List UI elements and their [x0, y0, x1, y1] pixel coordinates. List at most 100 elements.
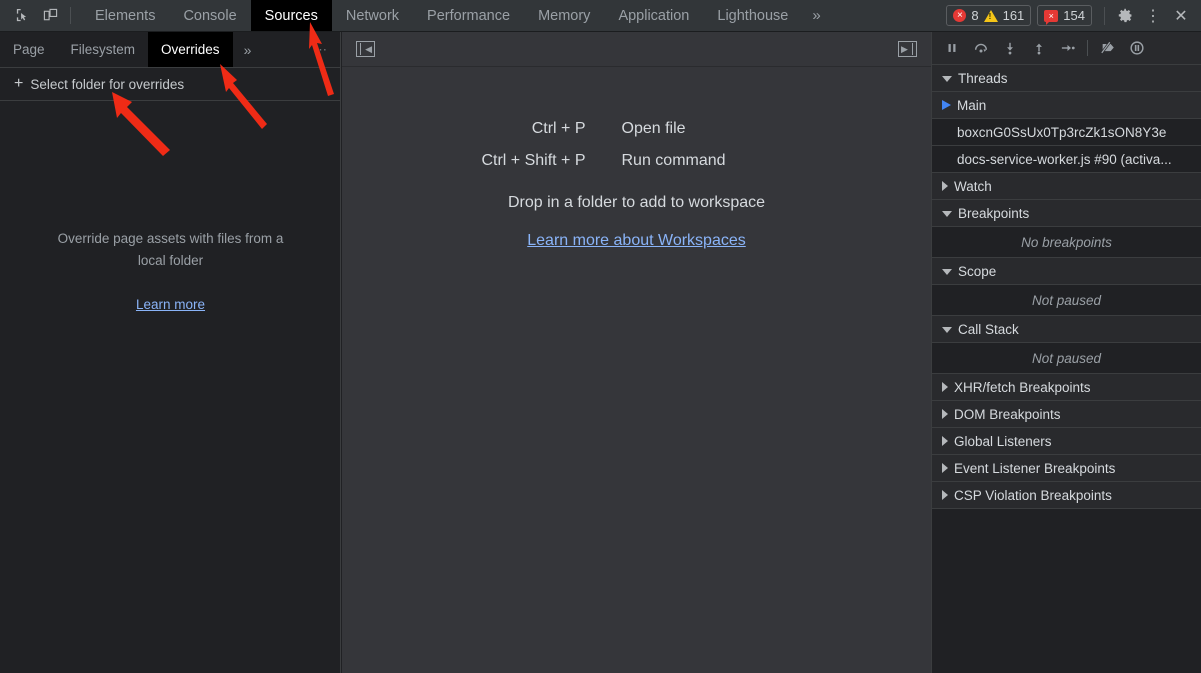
- more-options-label: ⋮: [1145, 7, 1161, 25]
- tab-label: Elements: [95, 7, 156, 24]
- nav-tab-label: Page: [13, 42, 45, 57]
- tab-lighthouse[interactable]: Lighthouse: [703, 0, 802, 31]
- console-counters[interactable]: × 8 161: [946, 5, 1032, 26]
- select-folder-for-overrides-button[interactable]: + Select folder for overrides: [0, 68, 340, 101]
- debugger-toolbar: [932, 32, 1201, 65]
- nav-tab-page[interactable]: Page: [0, 32, 58, 67]
- chevron-down-icon: [942, 269, 952, 275]
- section-title: Watch: [954, 178, 992, 194]
- navigator-more-options-icon[interactable]: ⋯: [314, 42, 328, 58]
- section-header-scope[interactable]: Scope: [932, 258, 1201, 285]
- warning-count: 161: [1002, 8, 1025, 23]
- issue-count: 154: [1063, 8, 1085, 23]
- debugger-toolbar-divider: [1087, 40, 1088, 56]
- warning-icon: [983, 9, 998, 22]
- section-header-dom-breakpoints[interactable]: DOM Breakpoints: [932, 401, 1201, 428]
- step-button[interactable]: [1054, 36, 1081, 61]
- section-title: Breakpoints: [958, 205, 1030, 221]
- tab-memory[interactable]: Memory: [524, 0, 604, 31]
- tab-label: Application: [618, 7, 690, 24]
- pause-on-exceptions-button[interactable]: [1123, 36, 1150, 61]
- deactivate-breakpoints-button[interactable]: [1094, 36, 1121, 61]
- chevron-right-icon: [942, 436, 948, 446]
- navigator-more-options-label: ⋯: [314, 41, 328, 57]
- nav-tab-overrides[interactable]: Overrides: [148, 32, 233, 67]
- step-over-button[interactable]: [967, 36, 994, 61]
- thread-label: Main: [957, 97, 987, 113]
- nav-more-tabs-chevron-icon[interactable]: »: [233, 32, 263, 67]
- devtools-main-toolbar: Elements Console Sources Network Perform…: [0, 0, 1201, 32]
- overrides-empty-line-1: Override page assets with files from a: [57, 231, 284, 246]
- chevron-down-icon: [942, 211, 952, 217]
- nav-tab-filesystem[interactable]: Filesystem: [58, 32, 149, 67]
- navigator-tabs: Page Filesystem Overrides » ⋯: [0, 32, 340, 68]
- step-out-button[interactable]: [1025, 36, 1052, 61]
- collapse-navigator-icon[interactable]: ◀: [356, 41, 375, 57]
- tab-application[interactable]: Application: [604, 0, 703, 31]
- shortcut-row: Ctrl + Shift + P Run command: [422, 152, 852, 170]
- nav-tab-label: Filesystem: [70, 42, 136, 57]
- editor-panel: ◀ ▶ Ctrl + P Open file Ctrl + Shift + P …: [342, 32, 931, 673]
- thread-row-main[interactable]: Main: [932, 92, 1201, 119]
- section-title: Threads: [958, 70, 1008, 86]
- section-title: Call Stack: [958, 321, 1019, 337]
- tab-elements[interactable]: Elements: [81, 0, 169, 31]
- section-title: XHR/fetch Breakpoints: [954, 379, 1091, 395]
- step-into-button[interactable]: [996, 36, 1023, 61]
- chevron-right-icon: [942, 382, 948, 392]
- select-folder-label: Select folder for overrides: [30, 76, 185, 92]
- toolbar-right-group: × 8 161 × 154 ⋮ ✕: [946, 0, 1201, 31]
- issues-counter[interactable]: × 154: [1037, 5, 1092, 26]
- nav-more-tabs-label: »: [243, 41, 252, 58]
- more-panels-chevron-icon[interactable]: »: [802, 0, 830, 31]
- device-toolbar-icon[interactable]: [36, 3, 64, 29]
- call-stack-empty-note: Not paused: [932, 343, 1201, 374]
- learn-more-workspaces-link[interactable]: Learn more about Workspaces: [527, 232, 745, 250]
- section-header-threads[interactable]: Threads: [932, 65, 1201, 92]
- section-header-xhr-fetch-breakpoints[interactable]: XHR/fetch Breakpoints: [932, 374, 1201, 401]
- drop-folder-text: Drop in a folder to add to workspace: [507, 194, 766, 211]
- section-header-global-listeners[interactable]: Global Listeners: [932, 428, 1201, 455]
- close-icon[interactable]: ✕: [1167, 3, 1195, 29]
- tab-label: Sources: [264, 7, 318, 24]
- tab-sources[interactable]: Sources: [250, 0, 332, 31]
- nav-tab-label: Overrides: [161, 42, 220, 57]
- thread-row-service-worker[interactable]: docs-service-worker.js #90 (activa...: [932, 146, 1201, 173]
- chevron-down-icon: [942, 327, 952, 333]
- error-icon: ×: [953, 9, 967, 22]
- breakpoints-empty-note: No breakpoints: [932, 227, 1201, 258]
- tab-performance[interactable]: Performance: [413, 0, 524, 31]
- section-title: Scope: [958, 263, 997, 279]
- toolbar-divider: [70, 7, 71, 24]
- section-header-call-stack[interactable]: Call Stack: [932, 316, 1201, 343]
- section-title: DOM Breakpoints: [954, 406, 1061, 422]
- navigator-panel: Page Filesystem Overrides » ⋯ + Select f…: [0, 32, 341, 673]
- pause-script-button[interactable]: [938, 36, 965, 61]
- thread-label: docs-service-worker.js #90 (activa...: [957, 151, 1172, 167]
- chevron-right-icon: [942, 181, 948, 191]
- chevron-right-icon: [942, 409, 948, 419]
- section-header-event-listener-breakpoints[interactable]: Event Listener Breakpoints: [932, 455, 1201, 482]
- tab-label: Memory: [538, 7, 591, 24]
- devtools-window: Elements Console Sources Network Perform…: [0, 0, 1201, 673]
- thread-label: boxcnG0SsUx0Tp3rcZk1sON8Y3e: [957, 124, 1167, 140]
- collapse-debugger-icon[interactable]: ▶: [898, 41, 917, 57]
- chevron-right-icon: [942, 490, 948, 500]
- tab-console[interactable]: Console: [169, 0, 250, 31]
- overrides-empty-state: Override page assets with files from a l…: [0, 228, 341, 316]
- settings-gear-icon[interactable]: [1111, 3, 1139, 29]
- inspect-element-icon[interactable]: [8, 3, 36, 29]
- overrides-learn-more-link[interactable]: Learn more: [136, 294, 205, 316]
- editor-toolbar: ◀ ▶: [342, 32, 931, 67]
- section-title: Global Listeners: [954, 433, 1052, 449]
- section-header-watch[interactable]: Watch: [932, 173, 1201, 200]
- more-options-icon[interactable]: ⋮: [1139, 3, 1167, 29]
- collapse-navigator-label: ◀: [365, 43, 372, 54]
- close-label: ✕: [1174, 7, 1188, 25]
- thread-row-worker-1[interactable]: boxcnG0SsUx0Tp3rcZk1sON8Y3e: [932, 119, 1201, 146]
- plus-icon: +: [14, 75, 24, 92]
- chevron-right-icon: [942, 463, 948, 473]
- section-header-csp-violation-breakpoints[interactable]: CSP Violation Breakpoints: [932, 482, 1201, 509]
- tab-network[interactable]: Network: [332, 0, 413, 31]
- section-header-breakpoints[interactable]: Breakpoints: [932, 200, 1201, 227]
